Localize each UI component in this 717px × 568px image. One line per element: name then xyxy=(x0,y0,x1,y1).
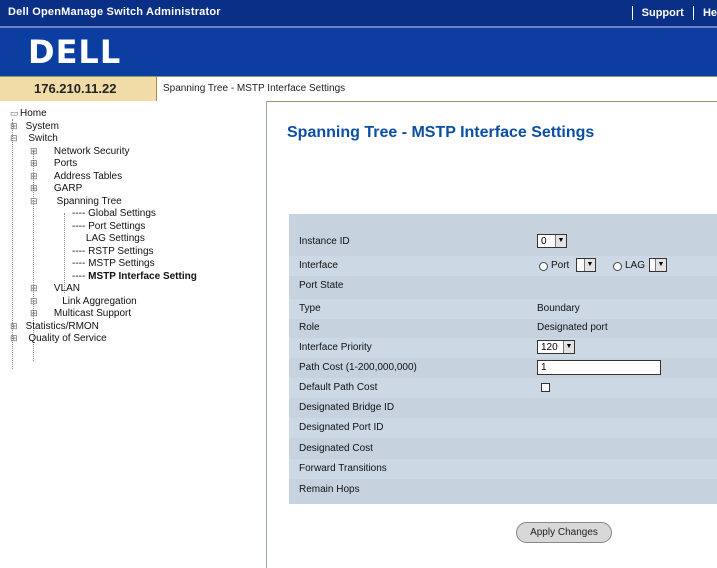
tree-item-link-aggregation[interactable]: ⊟ Link Aggregation xyxy=(30,296,137,307)
help-link[interactable]: He xyxy=(703,7,717,19)
row-designated-bridge-id: Designated Bridge ID xyxy=(289,398,717,418)
tree-item-port-settings[interactable]: ---- Port Settings xyxy=(62,221,145,232)
port-select[interactable]: ▼ xyxy=(576,258,596,272)
chevron-down-icon: ▼ xyxy=(655,259,666,271)
apply-changes-button[interactable]: Apply Changes xyxy=(516,522,612,543)
app-title: Dell OpenManage Switch Administrator xyxy=(8,6,221,18)
instance-id-label: Instance ID xyxy=(299,236,350,247)
tree-item-vlan[interactable]: ⊞ VLAN xyxy=(30,283,80,294)
interface-priority-select[interactable]: 120 ▼ xyxy=(537,340,575,354)
tree-item-home[interactable]: ▭Home xyxy=(10,108,47,119)
row-interface-priority: Interface Priority 120 ▼ xyxy=(289,338,717,358)
top-links: Support He xyxy=(626,6,717,20)
default-path-cost-checkbox[interactable] xyxy=(541,383,550,392)
support-link[interactable]: Support xyxy=(642,7,684,19)
type-label: Type xyxy=(299,303,321,314)
designated-cost-label: Designated Cost xyxy=(299,443,373,454)
chevron-down-icon: ▼ xyxy=(563,341,574,353)
designated-bridge-id-label: Designated Bridge ID xyxy=(299,402,395,413)
row-default-path-cost: Default Path Cost xyxy=(289,378,717,398)
tree-item-mstp-interface-setting[interactable]: ---- MSTP Interface Setting xyxy=(62,271,197,282)
ip-address-box: 176.210.11.22 xyxy=(0,77,157,101)
row-interface: Interface Port ▼ LAG ▼ xyxy=(289,256,717,276)
remain-hops-label: Remain Hops xyxy=(299,484,360,495)
row-port-state: Port State xyxy=(289,276,717,296)
collapse-icon: ⊟ xyxy=(30,296,38,306)
chevron-down-icon: ▼ xyxy=(555,235,566,247)
tree-item-spanning-tree[interactable]: ⊟ Spanning Tree xyxy=(30,196,122,207)
port-state-label: Port State xyxy=(299,280,344,291)
tree-item-network-security[interactable]: ⊞ Network Security xyxy=(30,146,129,157)
info-bar: 176.210.11.22 Spanning Tree - MSTP Inter… xyxy=(0,76,717,102)
settings-form: Instance ID 0 ▼ Interface Port ▼ LAG ▼ P… xyxy=(289,214,717,504)
tree-item-rstp-settings[interactable]: ---- RSTP Settings xyxy=(62,246,154,257)
folder-icon: ▭ xyxy=(10,108,19,118)
row-designated-port-id: Designated Port ID xyxy=(289,418,717,438)
row-role: Role Designated port xyxy=(289,318,717,338)
expand-icon: ⊞ xyxy=(10,321,18,331)
tree-item-mstp-settings[interactable]: ---- MSTP Settings xyxy=(62,258,155,269)
expand-icon: ⊞ xyxy=(10,333,18,343)
interface-label: Interface xyxy=(299,260,338,271)
tree-item-system[interactable]: ⊞ System xyxy=(10,121,59,132)
expand-icon: ⊞ xyxy=(30,171,38,181)
tree-item-global-settings[interactable]: ---- Global Settings xyxy=(62,208,156,219)
tree-item-address-tables[interactable]: ⊞ Address Tables xyxy=(30,171,122,182)
interface-priority-label: Interface Priority xyxy=(299,342,372,353)
tree-item-lag-settings[interactable]: LAG Settings xyxy=(62,233,145,244)
ip-address: 176.210.11.22 xyxy=(34,81,117,96)
row-instance-id: Instance ID 0 ▼ xyxy=(289,232,717,252)
type-value: Boundary xyxy=(537,303,580,314)
tree-item-quality-of-service[interactable]: ⊞ Quality of Service xyxy=(10,333,107,344)
expand-icon: ⊞ xyxy=(10,121,18,131)
row-forward-transitions: Forward Transitions xyxy=(289,459,717,479)
navigation-tree: ▭Home ⊞ System ⊟ Switch ⊞ Network Securi… xyxy=(0,101,267,568)
path-cost-input[interactable]: 1 xyxy=(537,360,661,375)
tree-item-ports[interactable]: ⊞ Ports xyxy=(30,158,77,169)
expand-icon: ⊞ xyxy=(30,308,38,318)
row-designated-cost: Designated Cost xyxy=(289,439,717,459)
expand-icon: ⊞ xyxy=(30,183,38,193)
tree-item-switch[interactable]: ⊟ Switch xyxy=(10,133,58,144)
expand-icon: ⊞ xyxy=(30,146,38,156)
expand-icon: ⊞ xyxy=(30,283,38,293)
dell-logo: DELL xyxy=(28,33,122,71)
page-title: Spanning Tree - MSTP Interface Settings xyxy=(287,124,595,141)
link-separator xyxy=(631,6,633,20)
breadcrumb: Spanning Tree - MSTP Interface Settings xyxy=(163,83,346,94)
role-label: Role xyxy=(299,322,320,333)
default-path-cost-label: Default Path Cost xyxy=(299,382,378,393)
tree-item-multicast-support[interactable]: ⊞ Multicast Support xyxy=(30,308,131,319)
forward-transitions-label: Forward Transitions xyxy=(299,463,387,474)
collapse-icon: ⊟ xyxy=(10,133,18,143)
tree-item-garp[interactable]: ⊞ GARP xyxy=(30,183,82,194)
lag-radio[interactable] xyxy=(613,262,622,271)
lag-select[interactable]: ▼ xyxy=(649,258,667,272)
link-separator xyxy=(692,6,694,20)
role-value: Designated port xyxy=(537,322,608,333)
row-type: Type Boundary xyxy=(289,299,717,319)
instance-id-select[interactable]: 0 ▼ xyxy=(537,234,567,248)
row-remain-hops: Remain Hops xyxy=(289,480,717,500)
chevron-down-icon: ▼ xyxy=(584,259,595,271)
path-cost-label: Path Cost (1-200,000,000) xyxy=(299,362,417,373)
tree-item-statistics-rmon[interactable]: ⊞ Statistics/RMON xyxy=(10,321,99,332)
designated-port-id-label: Designated Port ID xyxy=(299,422,384,433)
row-path-cost: Path Cost (1-200,000,000) 1 xyxy=(289,358,717,378)
top-bar: Dell OpenManage Switch Administrator Sup… xyxy=(0,0,717,28)
expand-icon: ⊞ xyxy=(30,158,38,168)
collapse-icon: ⊟ xyxy=(30,196,38,206)
port-radio-label: Port xyxy=(551,260,570,271)
port-radio[interactable] xyxy=(539,262,548,271)
lag-radio-label: LAG xyxy=(625,260,646,271)
